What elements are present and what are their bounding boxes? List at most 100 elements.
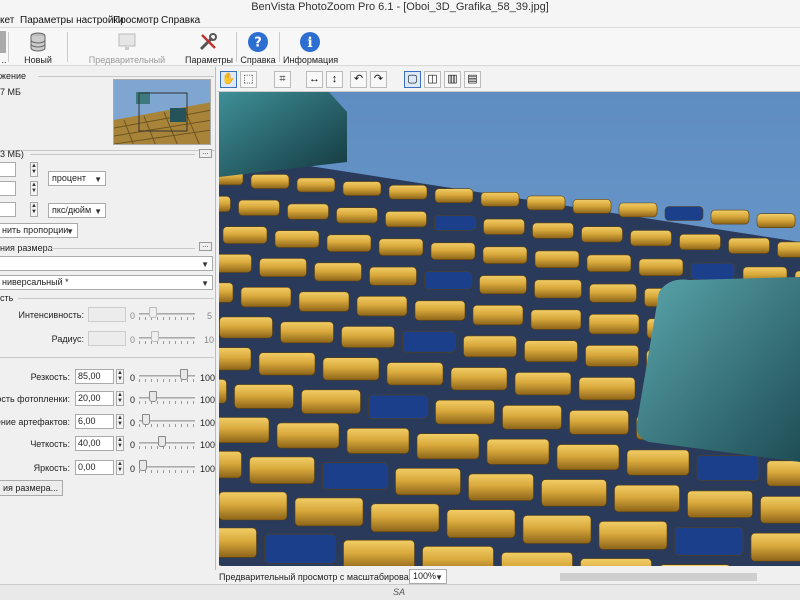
intensity-input[interactable] xyxy=(88,307,126,322)
brightness-spin[interactable]: ▲ ▼ xyxy=(116,460,124,475)
tile xyxy=(219,527,257,558)
tile xyxy=(422,546,494,566)
resolution-input[interactable] xyxy=(0,202,16,217)
tile xyxy=(501,552,573,566)
toolbar-separator xyxy=(67,32,68,62)
side-by-side-icon[interactable]: ▥ xyxy=(444,71,461,88)
artifact-spin[interactable]: ▲ ▼ xyxy=(116,414,124,429)
menu-help[interactable]: Справка xyxy=(161,14,200,28)
tile xyxy=(276,422,340,449)
tile xyxy=(586,254,632,272)
stacked-view-icon[interactable]: ▤ xyxy=(464,71,481,88)
sharpness-spin[interactable]: ▲ ▼ xyxy=(116,369,124,384)
tile xyxy=(258,352,316,376)
tile xyxy=(395,467,461,496)
width-input[interactable] xyxy=(0,162,16,177)
horizontal-scrollbar[interactable] xyxy=(560,573,757,581)
crop-icon[interactable]: ⌗ xyxy=(274,71,291,88)
slider-thumb[interactable] xyxy=(141,414,150,425)
intensity-label: Интенсивность: xyxy=(18,310,84,320)
artifact-slider[interactable] xyxy=(139,414,195,428)
slider-thumb[interactable] xyxy=(158,436,167,447)
film-grain-input[interactable]: 20,00 xyxy=(75,391,114,406)
height-spin[interactable]: ▲ ▼ xyxy=(30,181,38,196)
menu-view[interactable]: Просмотр xyxy=(113,14,159,28)
clarity-slider[interactable] xyxy=(139,436,195,450)
brightness-slider[interactable] xyxy=(139,460,195,474)
tile xyxy=(630,230,672,247)
zoom-label: Предварительный просмотр с масштабирован… xyxy=(219,572,433,582)
tile xyxy=(687,490,753,518)
new-size-more-button[interactable]: ... xyxy=(199,149,212,158)
resize-button[interactable]: ия размера... xyxy=(0,480,64,496)
tile xyxy=(760,496,800,524)
single-view-icon[interactable]: ▢ xyxy=(404,71,421,88)
thumbnail-image xyxy=(114,80,210,144)
status-bar: SA xyxy=(0,584,800,600)
source-size: 7 МБ xyxy=(0,87,21,97)
tile xyxy=(388,184,428,200)
sharpness-input[interactable]: 85,00 xyxy=(75,369,114,384)
film-grain-slider[interactable] xyxy=(139,391,195,405)
split-view-icon[interactable]: ◫ xyxy=(424,71,441,88)
unit-select[interactable]: процент ▼ xyxy=(48,171,106,186)
tile xyxy=(280,321,334,344)
new-size-label: 3 МБ) xyxy=(0,149,24,159)
brightness-input[interactable]: 0,00 xyxy=(75,460,114,475)
rotate-left-icon[interactable]: ↶ xyxy=(350,71,367,88)
chevron-down-icon: ▼ xyxy=(435,573,443,582)
width-spin[interactable]: ▲ ▼ xyxy=(30,162,38,177)
clarity-spin[interactable]: ▲ ▼ xyxy=(116,436,124,451)
toolbar-partial-button[interactable]: .. xyxy=(0,28,8,66)
sharpness-slider[interactable] xyxy=(139,369,195,383)
tile xyxy=(588,314,640,335)
tile xyxy=(219,451,242,479)
preview-button[interactable]: Предварительный просмотр xyxy=(71,28,183,75)
tile xyxy=(450,367,508,391)
tile xyxy=(343,539,415,566)
method-select[interactable]: ▼ xyxy=(0,256,213,271)
tile xyxy=(664,206,704,221)
help-button[interactable]: ? Справка xyxy=(240,28,276,66)
fit-height-icon[interactable]: ↕ xyxy=(326,71,343,88)
tile xyxy=(766,460,800,487)
menu-file[interactable]: кет xyxy=(0,14,14,28)
info-button[interactable]: i Информация xyxy=(283,28,338,66)
preview-image[interactable] xyxy=(219,92,800,566)
preset-select[interactable]: ниверсальный * ▼ xyxy=(0,275,213,290)
slider-thumb[interactable] xyxy=(148,391,157,402)
tile xyxy=(259,258,307,278)
height-input[interactable] xyxy=(0,181,16,196)
tile xyxy=(578,377,636,401)
menu-settings[interactable]: Параметры настройки xyxy=(20,14,123,28)
zoom-select[interactable]: 100% ▼ xyxy=(409,569,447,584)
params-button[interactable]: Параметры xyxy=(185,28,233,66)
navigator-thumbnail[interactable] xyxy=(113,79,211,145)
tile xyxy=(572,199,612,214)
tile xyxy=(435,399,495,425)
hand-tool-icon[interactable]: ✋ xyxy=(220,71,237,88)
artifact-input[interactable]: 6,00 xyxy=(75,414,114,429)
toolbar-separator xyxy=(236,32,237,62)
tile xyxy=(589,283,637,303)
slider-thumb[interactable] xyxy=(139,460,147,471)
resolution-spin[interactable]: ▲ ▼ xyxy=(30,202,38,217)
intensity-slider[interactable] xyxy=(139,307,195,321)
tile xyxy=(219,254,252,273)
select-tool-icon[interactable]: ⬚ xyxy=(240,71,257,88)
tile xyxy=(219,196,231,212)
tile xyxy=(534,250,580,268)
resize-method-more-button[interactable]: ... xyxy=(199,242,212,251)
fit-width-icon[interactable]: ↔ xyxy=(306,71,323,88)
radius-label: Радиус: xyxy=(51,334,84,344)
keep-proportions-select[interactable]: нить пропорции ▼ xyxy=(0,223,78,238)
tile xyxy=(326,234,372,252)
slider-thumb[interactable] xyxy=(179,369,188,380)
radius-input[interactable] xyxy=(88,331,126,346)
rotate-right-icon[interactable]: ↷ xyxy=(370,71,387,88)
new-batch-button[interactable]: Новый пакет xyxy=(12,28,64,75)
resolution-unit-select[interactable]: пкс/дюйм ▼ xyxy=(48,203,106,218)
clarity-input[interactable]: 40,00 xyxy=(75,436,114,451)
radius-slider[interactable] xyxy=(139,331,195,345)
film-grain-spin[interactable]: ▲ ▼ xyxy=(116,391,124,406)
